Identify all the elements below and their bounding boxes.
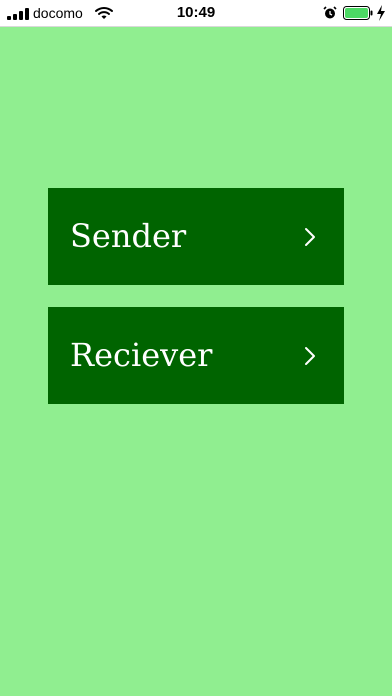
chevron-right-icon (305, 227, 315, 246)
sender-button-label: Sender (70, 216, 187, 255)
chevron-right-icon (305, 346, 315, 365)
receiver-button-label: Reciever (70, 335, 213, 374)
alarm-clock-icon (323, 6, 337, 19)
battery-icon (343, 6, 373, 20)
charging-bolt-icon (377, 5, 385, 21)
status-bar: docomo 10:49 (0, 0, 392, 27)
receiver-button[interactable]: Reciever (48, 307, 344, 404)
sender-button[interactable]: Sender (48, 188, 344, 285)
